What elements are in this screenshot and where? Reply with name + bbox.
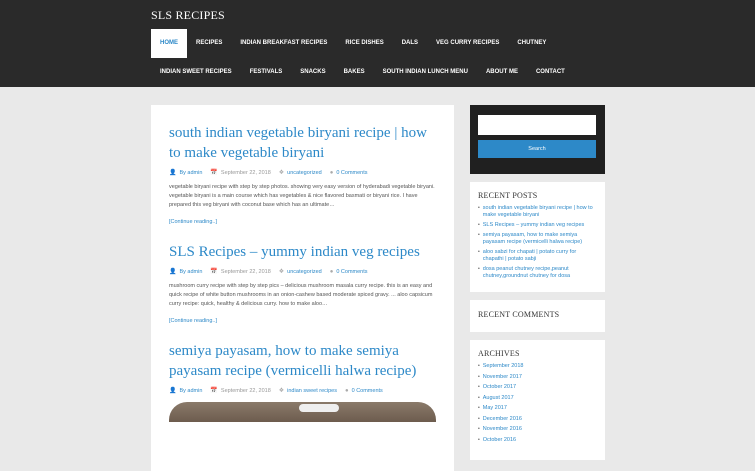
post-meta: 👤 By admin 📅 September 22, 2018 ❖ uncategor…: [169, 268, 436, 276]
post-item: south indian vegetable biryani recipe | …: [151, 105, 454, 228]
nav-item-indian-breakfast-recipes[interactable]: INDIAN BREAKFAST RECIPES: [231, 29, 336, 58]
nav-item-home[interactable]: HOME: [151, 29, 187, 58]
recent-comments-title: RECENT COMMENTS: [478, 310, 560, 319]
recent-posts-list: • south indian vegetable biryani recipe |…: [478, 205, 597, 280]
site-title[interactable]: SLS RECIPES: [151, 8, 225, 23]
post-author[interactable]: By admin: [179, 170, 202, 176]
post-excerpt: vegetable biryani recipe with step by st…: [169, 184, 435, 208]
calendar-icon: 📅: [210, 269, 218, 275]
archive-item[interactable]: • November 2016: [478, 424, 597, 435]
search-button[interactable]: Search: [478, 140, 596, 158]
recent-post-link[interactable]: south indian vegetable biryani recipe | …: [483, 205, 597, 219]
archive-item[interactable]: • August 2017: [478, 393, 597, 404]
archive-link[interactable]: May 2017: [483, 403, 507, 414]
post-title[interactable]: SLS Recipes – yummy indian veg recipes: [169, 242, 436, 262]
calendar-icon: 📅: [210, 388, 218, 394]
recent-post-item[interactable]: • semiya payasam, how to make semiya paya…: [478, 232, 597, 246]
archives-title: ARCHIVES: [478, 349, 520, 358]
nav-item-chutney[interactable]: CHUTNEY: [508, 29, 555, 58]
main-nav-row-2: INDIAN SWEET RECIPES FESTIVALS SNACKS BA…: [151, 58, 574, 87]
recent-post-link[interactable]: semiya payasam, how to make semiya payas…: [483, 232, 597, 246]
nav-item-south-indian-lunch-menu[interactable]: SOUTH INDIAN LUNCH MENU: [374, 58, 477, 87]
site-header: SLS RECIPES HOME RECIPES INDIAN BREAKFAS…: [0, 0, 755, 87]
calendar-icon: 📅: [210, 170, 218, 176]
nav-item-contact[interactable]: CONTACT: [527, 58, 574, 87]
user-icon: 👤: [169, 269, 177, 275]
main-nav-row-1: HOME RECIPES INDIAN BREAKFAST RECIPES RI…: [151, 29, 555, 58]
archives-list: • September 2018 • November 2017 • October …: [478, 361, 597, 445]
recent-posts-title: RECENT POSTS: [478, 191, 538, 200]
nav-item-about-me[interactable]: ABOUT ME: [477, 58, 527, 87]
archive-link[interactable]: October 2016: [483, 435, 516, 446]
recent-post-item[interactable]: • aloo sabzi for chapati | potato curry f…: [478, 249, 597, 263]
post-comments[interactable]: 0 Comments: [352, 388, 383, 394]
archive-link[interactable]: December 2016: [483, 414, 522, 425]
archive-item[interactable]: • September 2018: [478, 361, 597, 372]
tag-icon: ❖: [278, 269, 285, 275]
post-item: SLS Recipes – yummy indian veg recipes 👤…: [151, 228, 454, 327]
tag-icon: ❖: [278, 170, 285, 176]
recent-post-item[interactable]: • SLS Recipes – yummy indian veg recipes: [478, 222, 597, 229]
recent-comments-widget: RECENT COMMENTS: [470, 300, 605, 332]
post-author[interactable]: By admin: [179, 269, 202, 275]
archive-link[interactable]: September 2018: [483, 361, 524, 372]
post-meta: 👤 By admin 📅 September 22, 2018 ❖ indian sw…: [169, 387, 436, 395]
recent-posts-widget: RECENT POSTS • south indian vegetable bir…: [470, 182, 605, 292]
recent-post-item[interactable]: • south indian vegetable biryani recipe |…: [478, 205, 597, 219]
nav-item-indian-sweet-recipes[interactable]: INDIAN SWEET RECIPES: [151, 58, 241, 87]
continue-reading-link[interactable]: [Continue reading..]: [169, 318, 217, 324]
post-meta: 👤 By admin 📅 September 22, 2018 ❖ uncategor…: [169, 169, 436, 177]
sidebar: Search RECENT POSTS • south indian vegeta…: [470, 105, 605, 460]
post-title[interactable]: south indian vegetable biryani recipe | …: [169, 123, 436, 163]
archives-widget: ARCHIVES • September 2018 • November 2017 …: [470, 340, 605, 460]
archive-link[interactable]: August 2017: [483, 393, 514, 404]
user-icon: 👤: [169, 388, 177, 394]
search-input[interactable]: [478, 115, 596, 135]
recent-post-link[interactable]: dosa peanut chutney recipe,peanut chutne…: [483, 266, 597, 280]
post-comments[interactable]: 0 Comments: [336, 269, 367, 275]
user-icon: 👤: [169, 170, 177, 176]
nav-item-rice-dishes[interactable]: RICE DISHES: [336, 29, 392, 58]
continue-reading-link[interactable]: [Continue reading..]: [169, 219, 217, 225]
post-category[interactable]: uncategorized: [287, 170, 322, 176]
post-list: south indian vegetable biryani recipe | …: [151, 105, 454, 471]
archive-item[interactable]: • October 2017: [478, 382, 597, 393]
archive-link[interactable]: October 2017: [483, 382, 516, 393]
nav-item-veg-curry-recipes[interactable]: VEG CURRY RECIPES: [427, 29, 508, 58]
post-item: semiya payasam, how to make semiya payas…: [151, 327, 454, 422]
post-date: September 22, 2018: [220, 169, 271, 176]
nav-item-bakes[interactable]: BAKES: [335, 58, 374, 87]
nav-item-snacks[interactable]: SNACKS: [291, 58, 334, 87]
tag-icon: ❖: [278, 388, 285, 394]
archive-link[interactable]: November 2016: [483, 424, 522, 435]
recent-post-link[interactable]: aloo sabzi for chapati | potato curry fo…: [483, 249, 597, 263]
archive-item[interactable]: • November 2017: [478, 372, 597, 383]
search-widget: Search: [470, 105, 605, 174]
post-featured-image[interactable]: [169, 402, 436, 422]
comment-icon: ●: [329, 268, 334, 275]
archive-link[interactable]: November 2017: [483, 372, 522, 383]
archive-item[interactable]: • May 2017: [478, 403, 597, 414]
post-date: September 22, 2018: [220, 268, 271, 275]
post-comments[interactable]: 0 Comments: [336, 170, 367, 176]
archive-item[interactable]: • October 2016: [478, 435, 597, 446]
nav-item-festivals[interactable]: FESTIVALS: [241, 58, 292, 87]
comment-icon: ●: [329, 169, 334, 176]
nav-item-dals[interactable]: DALS: [393, 29, 427, 58]
nav-item-recipes[interactable]: RECIPES: [187, 29, 231, 58]
archive-item[interactable]: • December 2016: [478, 414, 597, 425]
post-author[interactable]: By admin: [179, 388, 202, 394]
post-category[interactable]: uncategorized: [287, 269, 322, 275]
recent-post-item[interactable]: • dosa peanut chutney recipe,peanut chutn…: [478, 266, 597, 280]
comment-icon: ●: [344, 387, 349, 394]
post-title[interactable]: semiya payasam, how to make semiya payas…: [169, 341, 436, 381]
recent-post-link[interactable]: SLS Recipes – yummy indian veg recipes: [483, 222, 585, 229]
post-excerpt: mushroom curry recipe with step by step …: [169, 283, 433, 307]
post-category[interactable]: indian sweet recipes: [287, 388, 337, 394]
post-date: September 22, 2018: [220, 387, 271, 394]
